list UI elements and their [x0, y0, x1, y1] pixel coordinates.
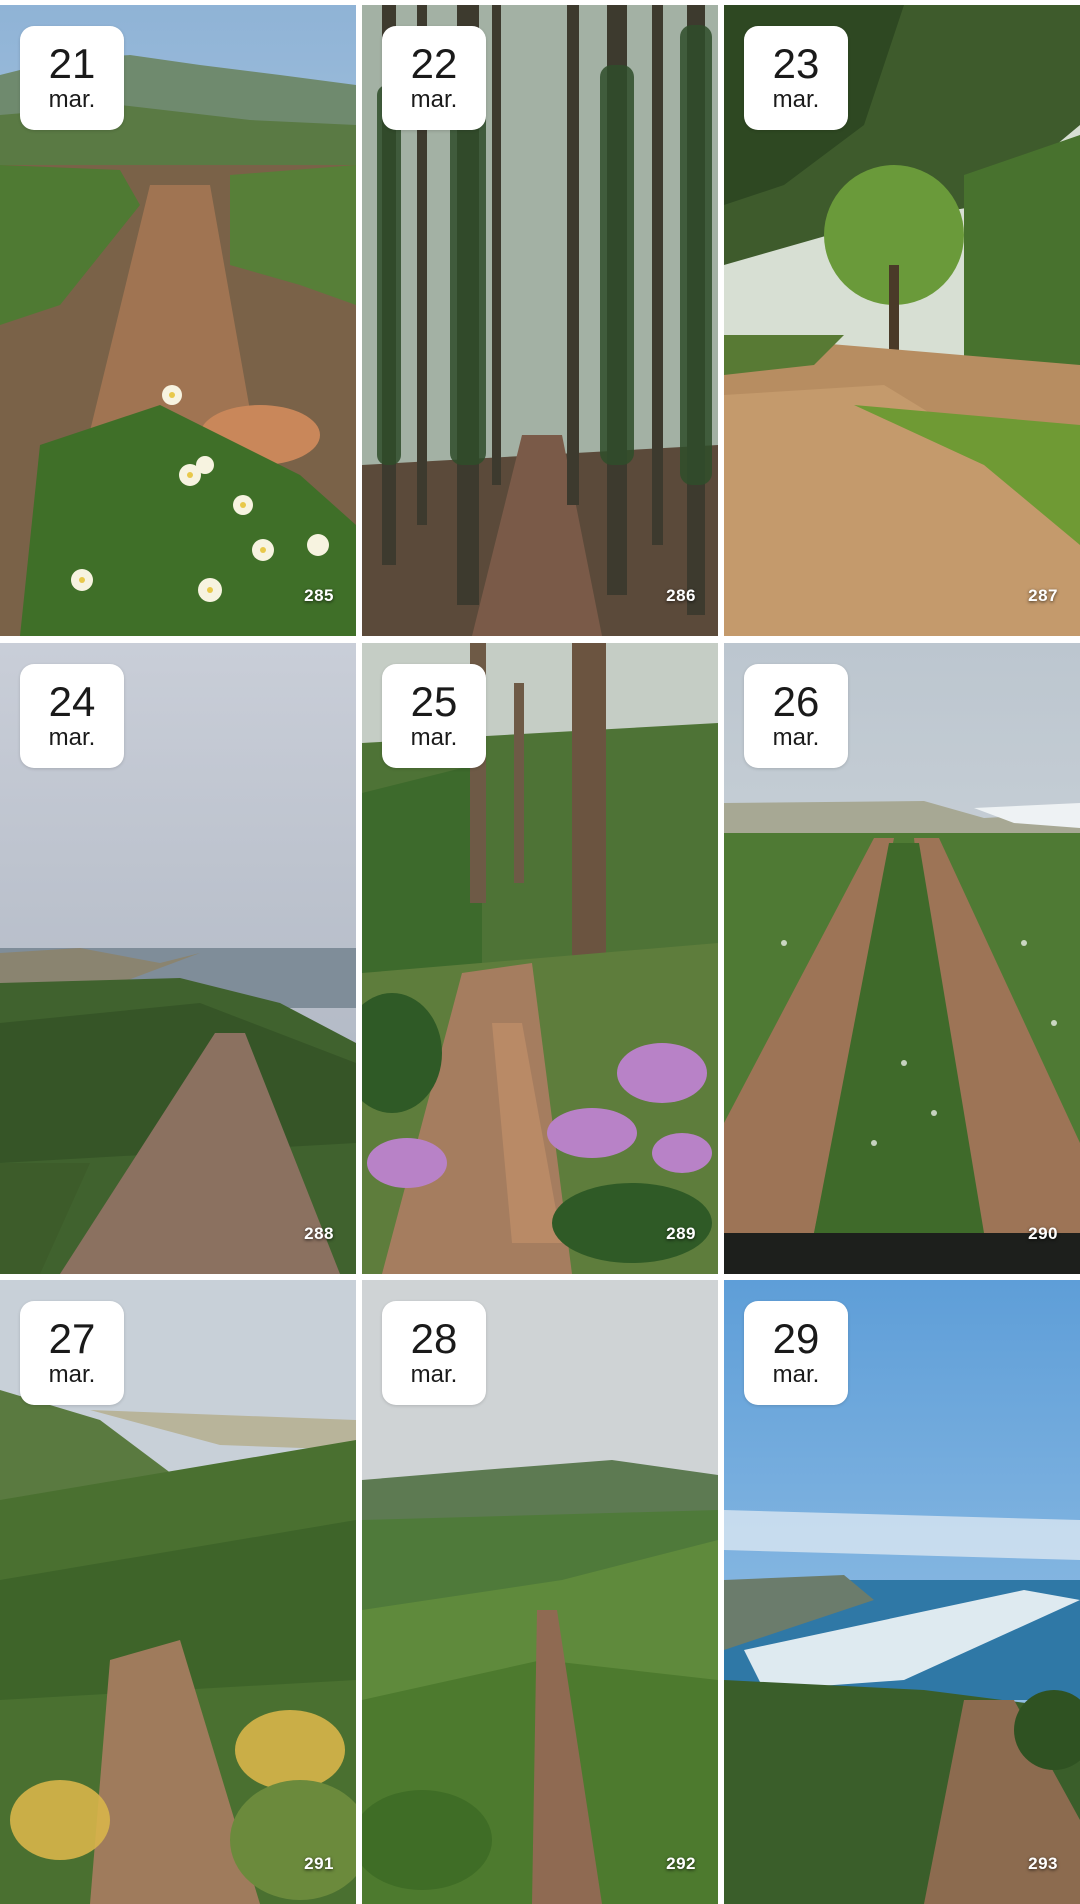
date-badge: 22 mar.	[382, 26, 486, 130]
date-month: mar.	[410, 86, 458, 113]
photo-count-label: 286	[666, 586, 696, 605]
photo-tile-2[interactable]: 22 mar. 286	[362, 5, 718, 636]
photo-count-label: 287	[1028, 586, 1058, 605]
date-month: mar.	[772, 724, 820, 751]
date-month: mar.	[410, 724, 458, 751]
photo-tile-3[interactable]: 23 mar. 287	[724, 5, 1080, 636]
photo-tile-5[interactable]: 25 mar. 289	[362, 643, 718, 1274]
date-month: mar.	[48, 724, 96, 751]
date-day: 27	[48, 1315, 96, 1362]
date-day: 21	[48, 40, 96, 87]
photo-tile-4[interactable]: 24 mar. 288	[0, 643, 356, 1274]
date-badge: 25 mar.	[382, 664, 486, 768]
photo-tile-1[interactable]: 21 mar. 285	[0, 5, 356, 636]
date-day: 26	[772, 678, 820, 725]
photo-tile-6[interactable]: 26 mar. 290	[724, 643, 1080, 1274]
photo-count-label: 290	[1028, 1224, 1058, 1243]
date-badge: 24 mar.	[20, 664, 124, 768]
photo-tile-9[interactable]: 29 mar. 293	[724, 1280, 1080, 1904]
date-day: 23	[772, 40, 820, 87]
photo-count-label: 293	[1028, 1854, 1058, 1873]
photo-count-label: 292	[666, 1854, 696, 1873]
date-badge: 29 mar.	[744, 1301, 848, 1405]
date-badge: 23 mar.	[744, 26, 848, 130]
date-day: 24	[48, 678, 96, 725]
date-day: 25	[410, 678, 458, 725]
date-day: 28	[410, 1315, 458, 1362]
date-day: 29	[772, 1315, 820, 1362]
date-month: mar.	[772, 86, 820, 113]
date-month: mar.	[410, 1361, 458, 1388]
date-month: mar.	[772, 1361, 820, 1388]
date-badge: 27 mar.	[20, 1301, 124, 1405]
date-badge: 28 mar.	[382, 1301, 486, 1405]
photo-count-label: 291	[304, 1854, 334, 1873]
date-badge: 21 mar.	[20, 26, 124, 130]
photo-count-label: 289	[666, 1224, 696, 1243]
date-month: mar.	[48, 86, 96, 113]
photo-tile-7[interactable]: 27 mar. 291	[0, 1280, 356, 1904]
photo-tile-8[interactable]: 28 mar. 292	[362, 1280, 718, 1904]
photo-count-label: 285	[304, 586, 334, 605]
date-badge: 26 mar.	[744, 664, 848, 768]
photo-grid: 21 mar. 285 22 mar. 286 23 mar. 287 24 m…	[0, 0, 1080, 1904]
date-day: 22	[410, 40, 458, 87]
photo-count-label: 288	[304, 1224, 334, 1243]
date-month: mar.	[48, 1361, 96, 1388]
